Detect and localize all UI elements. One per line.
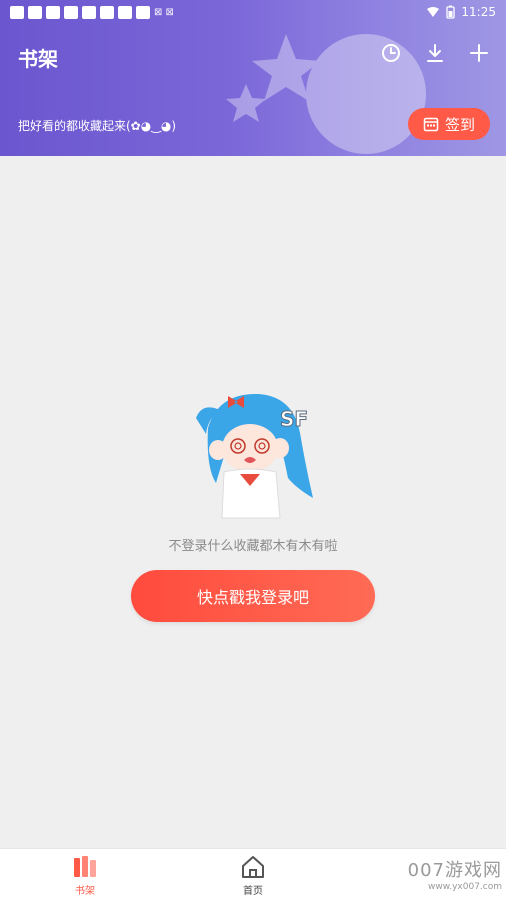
download-icon[interactable] [424,42,446,64]
calendar-icon [423,117,439,132]
header-subtitle: 把好看的都收藏起来(✿◕‿◕) [18,119,177,133]
checkin-label: 签到 [444,115,475,134]
mascot-illustration: SF [196,393,313,519]
nav-label-home: 首页 [243,886,263,897]
notification-icon [136,5,150,19]
notification-icon [10,5,24,19]
nav-item-bookshelf[interactable]: 书架 [45,855,125,897]
nav-label-bookshelf: 书架 [75,886,95,897]
watermark-url: www.yx007.com [427,882,502,892]
bookshelf-icon [74,856,96,877]
header: ⊠ ⊠ 11:25 书架 把好看的都收藏起来(✿◕‿◕) 签到 [0,0,506,156]
notification-extra: ⊠ ⊠ [154,6,174,18]
notification-icon [64,5,78,19]
notification-icon [100,5,114,19]
add-icon[interactable] [468,42,490,64]
notification-icon [82,5,96,19]
notification-icon [46,5,60,19]
battery-icon [446,5,456,19]
checkin-button[interactable]: 签到 [408,108,490,140]
status-time: 11:25 [461,5,496,19]
svg-text:SF: SF [280,407,308,431]
home-icon [242,856,264,878]
nav-item-home[interactable]: 首页 [213,855,293,897]
status-bar: ⊠ ⊠ 11:25 [0,0,506,24]
wifi-icon [427,7,440,17]
history-icon[interactable] [380,42,402,64]
notification-icon [118,5,132,19]
notification-icons: ⊠ ⊠ [10,5,174,19]
watermark-title: 007游戏网 [407,860,502,881]
login-button[interactable]: 快点戳我登录吧 [131,570,375,622]
empty-state-message: 不登录什么收藏都木有木有啦 [168,539,338,554]
watermark: 007游戏网 www.yx007.com [392,848,502,900]
notification-icon [28,5,42,19]
page-title: 书架 [18,47,58,71]
